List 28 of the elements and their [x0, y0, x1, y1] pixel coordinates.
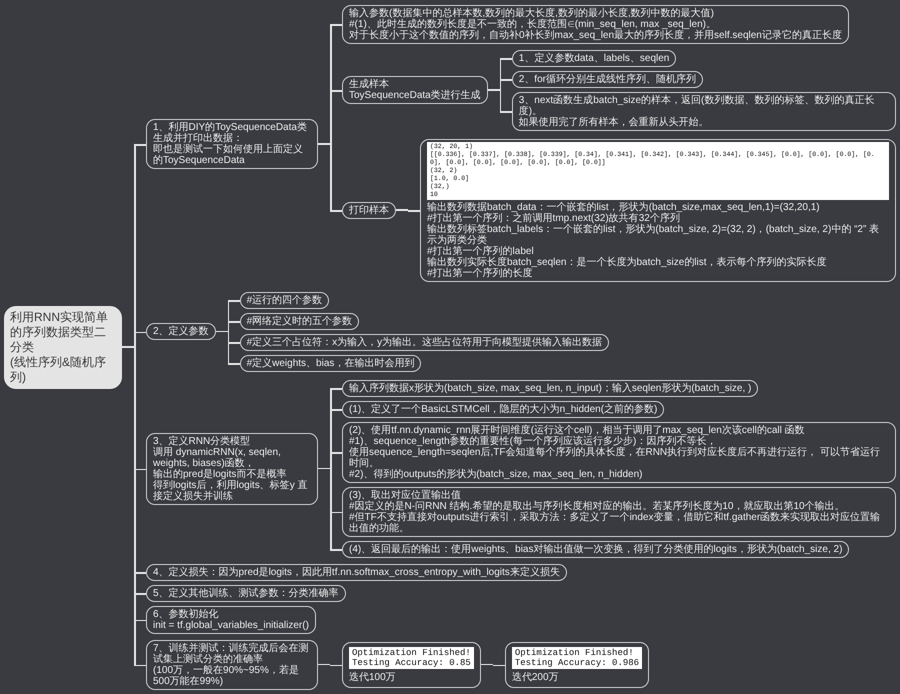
mindmap-node: 打印样本: [342, 202, 396, 218]
mindmap-node: 5、定义其他训练、测试参数：分类准确率: [146, 584, 346, 602]
mindmap-node: 3、定义RNN分类模型 调用 dynamicRNN(x, seqlen, weights, biases)函数， 输出的pred是logits而不是概率 得到logits后，利用logits、标签y 直接定义损失并训练: [146, 432, 318, 504]
mindmap-node: (2)、使用tf.nn.dynamic_rnn展开时间维度(运行这个cell)，相当于调用了max_seq_len次该cell的call 函数 #1)、sequence_length参数的重要性(每一个序列应该运行多少步)：因序列不等长， 使用sequence_length=seqlen后,TF会知道每个序列的具体长度，在RNN执行到对应长度后不再进行运行， 可以节省运行时间。 #2)、得到的outputs的形状为(batch_size, max_seq_len, n_hidden): [342, 422, 896, 482]
mindmap-node: 2、定义参数: [146, 323, 216, 340]
code-output: Optimization Finished! Testing Accuracy: 0.85: [349, 646, 474, 668]
mindmap-node: #定义weights、bias，在输出时会用到: [240, 354, 422, 372]
mindmap-node: #运行的四个参数: [240, 292, 330, 308]
mindmap-node: 输入序列数据x形状为(batch_size, max_seq_len, n_input)；输入seqlen形状为(batch_size, ): [342, 380, 758, 396]
mindmap-node: 4、定义损失：因为pred是logits，因此用tf.nn.softmax_cross_entropy_with_logits来定义损失: [146, 564, 567, 580]
mindmap-node: 输入参数(数据集中的总样本数,数列的最大长度,数列的最小长度,数列中数的最大值) #(1)、此时生成的数列长度是不一致的，长度范围∈(min_seq_len, max _seq_len)。 对于长度小于这个数值的序列，自动补0补长到max_seq_len最大的序列长度，并用self.seqlen记录它的真正长度: [342, 4, 849, 44]
node-text: 迭代100万: [349, 672, 397, 682]
mindmap-node: 生成样本 ToySequenceData类进行生成: [342, 76, 488, 104]
node-text: 输出数列数据batch_data：一个嵌套的list，形状为(batch_size,max_seq_len,1)=(32,20,1) #打出第一个序列：之前调用tmp.next(32)故共有32个序列 输出数列标签batch_labels：一个嵌套的list，形状为(batch_size, 2)=(32, 2)，(batch_size, 2)中的 “2” 表示为两类分类 #打出第一个序列的label 输出数列实际长度batch_seqlen：是一个长度为batch_size的list，表示每个序列的实际长度 #打出第一个序列的长度: [427, 202, 880, 278]
mindmap-node: (1)、定义了一个BasicLSTMCell，隐层的大小为n_hidden(之前的参数): [342, 400, 664, 418]
mindmap-node: 7、训练并测试：训练完成后会在测试集上测试分类的准确率 (100万，一般在90%~95%，若是500万能在99%): [146, 640, 318, 690]
mindmap-node: #定义三个占位符：x为输入，y为输出。这些占位符用于向模型提供输入输出数据: [240, 334, 610, 350]
central-topic: 利用RNN实现简单的序列数据类型二分类 (线性序列&随机序列): [4, 306, 122, 388]
mindmap-node: 2、for循环分别生成线性序列、随机序列: [512, 70, 703, 88]
mindmap-node: (4)、返回最后的输出：使用weights、bias对输出值做一次变换，得到了分类使用的logits，形状为(batch_size, 2): [342, 540, 850, 558]
mindmap-node: #网络定义时的五个参数: [240, 312, 360, 330]
mindmap-node: (3)、取出对应位置输出值 #因定义的是N-问RNN 结构.希望的是取出与序列长度相对应的输出。若某序列长度为10，就应取出第10个输出。 #但TF不支持直接对outputs进行索引，采取方法：多定义了一个index变量，借助它和tf.gather函数来实现取出对应位置输出值的功能。: [342, 486, 896, 536]
code-output: Optimization Finished! Testing Accuracy: 0.986: [512, 646, 642, 668]
mindmap-node: 3、next函数生成batch_size的样本，返回(数列数据、数列的标签、数列的真正长度)。 如果使用完了所有样本，会重新从头开始。: [512, 92, 896, 130]
mindmap-node: 1、利用DIY的ToySequenceData类生成并打印出数据： 即也是测试一下如何使用上面定义的ToySequenceData: [146, 119, 318, 169]
node-text: 迭代200万: [512, 672, 560, 682]
mindmap-node: 1、定义参数data、labels、seqlen: [512, 50, 676, 66]
mindmap-node: 6、参数初始化 init = tf.global_variables_initializer(): [146, 606, 316, 634]
